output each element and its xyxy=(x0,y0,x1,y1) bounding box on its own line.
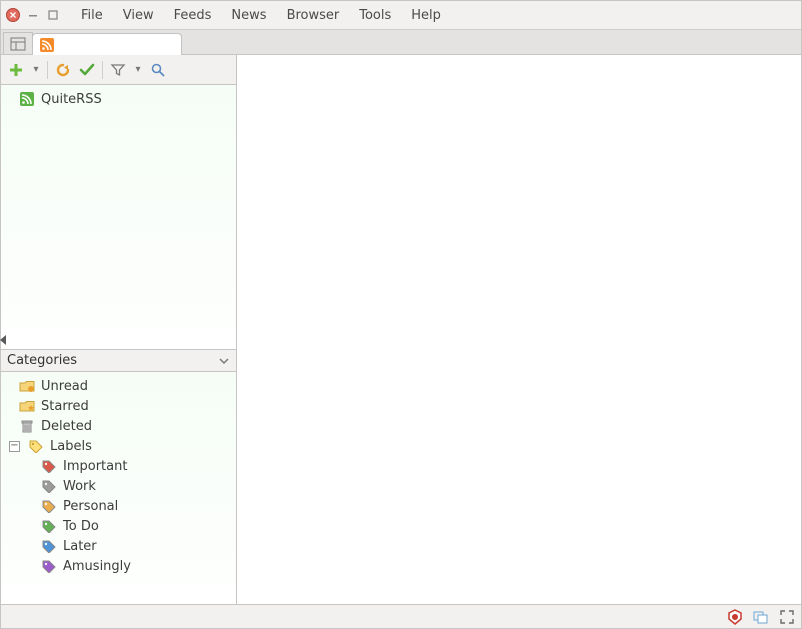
categories-header[interactable]: Categories xyxy=(1,350,236,372)
menu-tools[interactable]: Tools xyxy=(351,6,399,25)
label-item[interactable]: Important xyxy=(1,456,236,476)
menubar: File View Feeds News Browser Tools Help xyxy=(1,1,801,29)
tag-icon xyxy=(41,559,57,573)
add-feed-button[interactable] xyxy=(7,61,25,79)
label-text: Work xyxy=(63,479,96,494)
label-item[interactable]: Amusingly xyxy=(1,556,236,576)
search-button[interactable] xyxy=(149,61,167,79)
rss-icon xyxy=(39,37,55,53)
download-manager-button[interactable] xyxy=(753,609,769,625)
toolbar-separator xyxy=(47,61,48,79)
menu-help[interactable]: Help xyxy=(403,6,449,25)
category-labels[interactable]: − Labels xyxy=(1,436,236,456)
window-maximize-button[interactable] xyxy=(45,7,61,23)
window-close-button[interactable] xyxy=(5,7,21,23)
tag-icon xyxy=(41,539,57,553)
tag-icon xyxy=(41,479,57,493)
fullscreen-button[interactable] xyxy=(779,609,795,625)
tab-feeds[interactable] xyxy=(32,33,182,55)
feed-icon xyxy=(19,91,35,107)
category-starred[interactable]: Starred xyxy=(1,396,236,416)
category-label: Starred xyxy=(41,399,89,414)
tab-layout[interactable] xyxy=(3,32,33,54)
label-text: To Do xyxy=(63,519,99,534)
statusbar xyxy=(1,604,801,628)
fullscreen-icon xyxy=(779,609,795,625)
search-icon xyxy=(150,62,166,78)
adblock-icon xyxy=(727,609,743,625)
layout-icon xyxy=(10,37,26,51)
label-text: Amusingly xyxy=(63,559,131,574)
sidebar-toolbar: ▾ ▾ xyxy=(1,55,236,85)
category-label: Deleted xyxy=(41,419,92,434)
folder-starred-icon xyxy=(19,399,35,413)
category-unread[interactable]: Unread xyxy=(1,376,236,396)
chevron-down-icon xyxy=(218,355,230,367)
feed-label: QuiteRSS xyxy=(41,92,102,107)
add-feed-dropdown[interactable]: ▾ xyxy=(31,64,41,75)
refresh-icon xyxy=(55,62,71,78)
update-feeds-button[interactable] xyxy=(54,61,72,79)
menu-news[interactable]: News xyxy=(223,6,274,25)
menu-feeds[interactable]: Feeds xyxy=(166,6,220,25)
menu-file[interactable]: File xyxy=(73,6,111,25)
label-text: Later xyxy=(63,539,97,554)
labels-title: Labels xyxy=(50,439,92,454)
folder-unread-icon xyxy=(19,379,35,393)
label-item[interactable]: To Do xyxy=(1,516,236,536)
plus-icon xyxy=(8,62,24,78)
adblock-button[interactable] xyxy=(727,609,743,625)
content-area: ▾ ▾ xyxy=(1,55,801,604)
feed-item-quiterss[interactable]: QuiteRSS xyxy=(1,89,236,109)
sidebar: ▾ ▾ xyxy=(1,55,237,604)
menu-browser[interactable]: Browser xyxy=(279,6,348,25)
tag-icon xyxy=(41,459,57,473)
feeds-tree[interactable]: QuiteRSS xyxy=(1,85,236,350)
window-minimize-button[interactable] xyxy=(25,7,41,23)
main-view xyxy=(237,55,801,604)
menu-view[interactable]: View xyxy=(115,6,162,25)
tabbar xyxy=(1,29,801,55)
mark-read-button[interactable] xyxy=(78,61,96,79)
label-text: Personal xyxy=(63,499,118,514)
check-icon xyxy=(79,62,95,78)
categories-tree[interactable]: Unread Starred Deleted xyxy=(1,372,236,604)
windows-icon xyxy=(753,609,769,625)
collapse-arrow-icon[interactable] xyxy=(0,335,6,345)
category-deleted[interactable]: Deleted xyxy=(1,416,236,436)
label-item[interactable]: Personal xyxy=(1,496,236,516)
filter-button[interactable] xyxy=(109,61,127,79)
filter-dropdown[interactable]: ▾ xyxy=(133,64,143,75)
categories-title: Categories xyxy=(7,353,77,368)
tag-icon xyxy=(41,499,57,513)
label-item[interactable]: Later xyxy=(1,536,236,556)
toolbar-separator xyxy=(102,61,103,79)
category-label: Unread xyxy=(41,379,88,394)
expander-minus-icon[interactable]: − xyxy=(9,441,20,452)
funnel-icon xyxy=(110,62,126,78)
label-item[interactable]: Work xyxy=(1,476,236,496)
tag-icon xyxy=(28,439,44,453)
label-text: Important xyxy=(63,459,127,474)
trash-icon xyxy=(19,419,35,433)
tag-icon xyxy=(41,519,57,533)
